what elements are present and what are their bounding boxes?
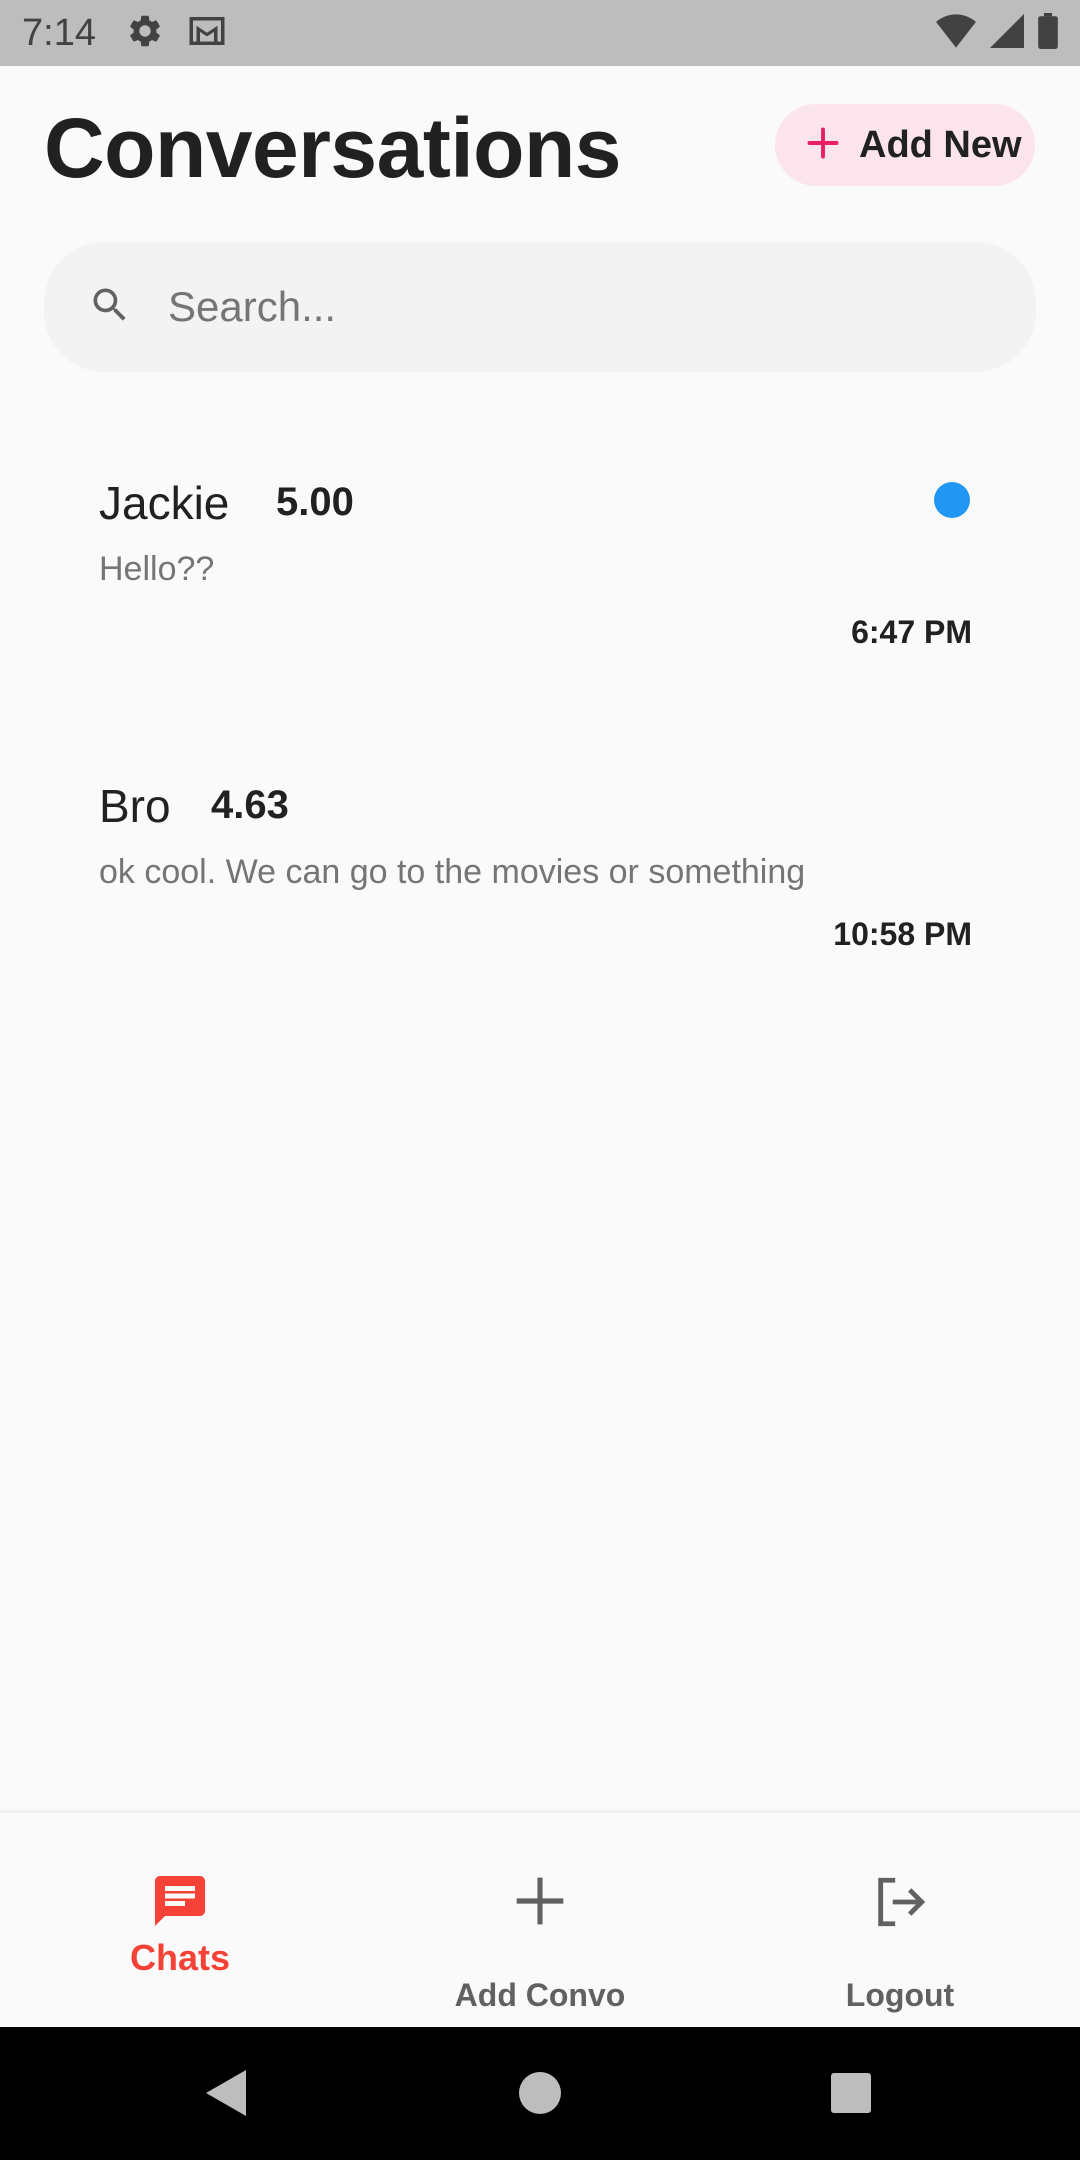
back-icon[interactable]: [166, 2027, 286, 2160]
home-icon[interactable]: [480, 2027, 600, 2160]
unread-indicator: [934, 482, 970, 518]
gear-icon: [126, 12, 164, 55]
page-title: Conversations: [44, 101, 622, 195]
status-right-icons: [936, 12, 1058, 54]
nav-label-add-convo: Add Convo: [454, 1977, 626, 2013]
plus-icon: [805, 125, 841, 166]
recents-icon[interactable]: [791, 2027, 911, 2160]
message-time: 10:58 PM: [833, 916, 972, 952]
cell-signal-icon: [990, 13, 1024, 53]
nav-item-chats[interactable]: Chats: [0, 1813, 360, 2030]
nav-item-add-convo[interactable]: Add Convo: [360, 1813, 720, 2030]
add-new-label: Add New: [859, 123, 1022, 166]
nav-label-chats: Chats: [129, 1937, 231, 1978]
plus-icon: [512, 1873, 568, 1934]
conversation-item-jackie[interactable]: Jackie 5.00 Hello?? 6:47 PM: [0, 440, 1080, 680]
status-left-icons: [126, 12, 228, 55]
add-new-button[interactable]: Add New: [775, 104, 1035, 186]
search-bar[interactable]: [44, 242, 1036, 372]
contact-rating: 4.63: [211, 783, 289, 827]
message-time: 6:47 PM: [851, 614, 972, 650]
chat-icon: [150, 1871, 210, 1936]
bottom-navigation: Chats Add Convo Logout: [0, 1810, 1080, 2027]
search-input[interactable]: [168, 283, 948, 331]
wifi-icon: [936, 13, 976, 53]
gmail-icon: [186, 13, 228, 54]
contact-rating: 5.00: [276, 480, 354, 524]
nav-label-logout: Logout: [845, 1977, 955, 2013]
system-navigation-bar: [0, 2027, 1080, 2160]
contact-name: Jackie: [99, 477, 230, 529]
battery-icon: [1038, 12, 1058, 54]
search-icon: [88, 283, 132, 332]
status-time: 7:14: [22, 11, 96, 54]
last-message-preview: Hello??: [99, 550, 215, 588]
conversation-item-bro[interactable]: Bro 4.63 ok cool. We can go to the movie…: [0, 743, 1080, 983]
last-message-preview: ok cool. We can go to the movies or some…: [99, 853, 806, 891]
conversations-screen: 7:14 Conversations Add New Search... Jac…: [0, 0, 1080, 2160]
nav-item-logout[interactable]: Logout: [720, 1813, 1080, 2030]
logout-icon: [871, 1873, 929, 1936]
contact-name: Bro: [99, 780, 171, 832]
status-bar: 7:14: [0, 0, 1080, 66]
